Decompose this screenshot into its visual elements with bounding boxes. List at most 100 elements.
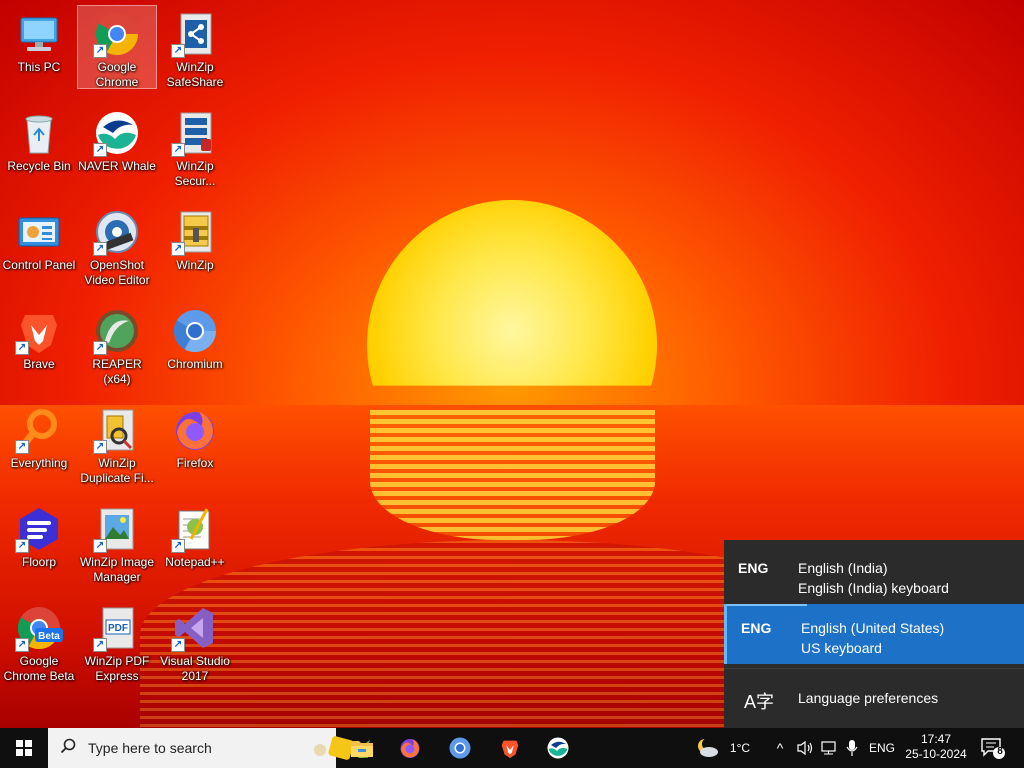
winzip-icon: ↗ <box>171 208 219 256</box>
desktop-icon-google-chrome[interactable]: ↗ Google Chrome <box>77 5 157 89</box>
divider <box>724 668 1024 669</box>
shortcut-arrow-icon: ↗ <box>15 341 29 355</box>
action-center-button[interactable]: 8 <box>980 736 1006 760</box>
desktop-icon-winzip-safeshare[interactable]: ↗ WinZip SafeShare <box>156 6 234 90</box>
desktop-icon-control-panel[interactable]: Control Panel <box>0 204 78 273</box>
shortcut-arrow-icon: ↗ <box>171 638 185 652</box>
language-preferences-label: Language preferences <box>798 690 939 706</box>
desktop-icon-notepadpp[interactable]: ↗ Notepad++ <box>156 501 234 570</box>
desktop-icon-naver-whale[interactable]: ↗ NAVER Whale <box>78 105 156 174</box>
keyboard-layout: English (India) keyboard <box>798 580 949 596</box>
winzip-pdf-icon: PDF ↗ <box>93 604 141 652</box>
desktop-icon-chrome-beta[interactable]: Beta ↗ Google Chrome Beta <box>0 600 78 684</box>
chromium-icon <box>171 307 219 355</box>
icon-label: Control Panel <box>2 258 76 272</box>
naver-whale-icon <box>547 737 569 759</box>
icon-label: Chromium <box>167 357 223 371</box>
language-name: English (United States) <box>801 620 945 636</box>
shortcut-arrow-icon: ↗ <box>171 242 185 256</box>
desktop-icon-winzip[interactable]: ↗ WinZip <box>156 204 234 273</box>
desktop-icon-floorp[interactable]: ↗ Floorp <box>0 501 78 570</box>
language-option-english-us[interactable]: ENG English (United States) US keyboard <box>724 604 1024 664</box>
keyboard-layout: US keyboard <box>801 640 882 656</box>
language-preferences-link[interactable]: A字 Language preferences <box>724 670 1024 726</box>
shortcut-arrow-icon: ↗ <box>171 44 185 58</box>
input-language-indicator[interactable]: ENG <box>866 728 898 768</box>
icon-label: WinZip SafeShare <box>166 60 224 89</box>
recycle-bin-icon <box>15 109 63 157</box>
desktop-icon-recycle-bin[interactable]: Recycle Bin <box>0 105 78 174</box>
desktop-icon-everything[interactable]: ↗ Everything <box>0 402 78 471</box>
icon-label: WinZip Duplicate Fi... <box>80 456 154 485</box>
desktop-icon-chromium[interactable]: Chromium <box>156 303 234 372</box>
this-pc-icon <box>15 10 63 58</box>
chromium-icon <box>449 737 471 759</box>
winzip-duplicate-icon: ↗ <box>93 406 141 454</box>
desktop-icon-reaper[interactable]: ↗ REAPER (x64) <box>78 303 156 387</box>
winzip-safeshare-icon: ↗ <box>171 10 219 58</box>
taskbar-brave[interactable] <box>486 728 534 768</box>
weather-moon-cloud-icon <box>698 738 718 757</box>
microphone-button[interactable] <box>842 728 862 768</box>
microphone-icon <box>846 740 858 756</box>
control-panel-icon <box>15 208 63 256</box>
clock[interactable]: 17:47 25-10-2024 <box>900 732 972 762</box>
icon-label: Brave <box>23 357 55 371</box>
winzip-image-icon: ↗ <box>93 505 141 553</box>
language-code: ENG <box>738 560 769 576</box>
icon-label: OpenShot Video Editor <box>84 258 150 287</box>
search-placeholder: Type here to search <box>88 740 212 756</box>
taskbar-file-explorer[interactable] <box>338 728 386 768</box>
svg-text:Beta: Beta <box>38 631 60 642</box>
winzip-secure-icon: ↗ <box>171 109 219 157</box>
desktop-icon-brave[interactable]: ↗ Brave <box>0 303 78 372</box>
chevron-up-icon: ^ <box>776 740 784 756</box>
shortcut-arrow-icon: ↗ <box>171 143 185 157</box>
language-option-english-india[interactable]: ENG English (India) English (India) keyb… <box>724 544 1024 604</box>
desktop-icon-winzip-secure[interactable]: ↗ WinZip Secur... <box>156 105 234 189</box>
icon-label: NAVER Whale <box>78 159 156 173</box>
desktop-icon-winzip-duplicate[interactable]: ↗ WinZip Duplicate Fi... <box>78 402 156 486</box>
icon-label: WinZip Image Manager <box>79 555 155 584</box>
search-box[interactable]: Type here to search <box>48 728 370 768</box>
taskbar-firefox[interactable] <box>386 728 434 768</box>
desktop-icon-winzip-image-manager[interactable]: ↗ WinZip Image Manager <box>78 501 156 585</box>
taskbar-naver-whale[interactable] <box>534 728 582 768</box>
icon-label: Firefox <box>176 456 214 470</box>
reaper-icon: ↗ <box>93 307 141 355</box>
volume-button[interactable] <box>794 728 816 768</box>
desktop-icon-openshot[interactable]: ↗ OpenShot Video Editor <box>78 204 156 288</box>
network-button[interactable] <box>818 728 840 768</box>
clock-time: 17:47 <box>920 732 952 746</box>
notification-count-badge: 8 <box>997 746 1003 757</box>
file-explorer-icon <box>351 741 373 757</box>
desktop-icon-firefox[interactable]: Firefox <box>156 402 234 471</box>
openshot-icon: ↗ <box>93 208 141 256</box>
floorp-icon: ↗ <box>15 505 63 553</box>
shortcut-arrow-icon: ↗ <box>93 44 107 58</box>
language-settings-icon: A字 <box>744 692 775 712</box>
shortcut-arrow-icon: ↗ <box>93 143 107 157</box>
speaker-icon <box>797 740 813 756</box>
weather-widget[interactable] <box>694 728 720 768</box>
desktop-icon-this-pc[interactable]: This PC <box>0 6 78 75</box>
taskbar-chromium[interactable] <box>436 728 484 768</box>
desktop-icon-winzip-pdf[interactable]: PDF ↗ WinZip PDF Express <box>78 600 156 684</box>
firefox-icon <box>400 739 420 758</box>
language-name: English (India) <box>798 560 888 576</box>
icon-label: WinZip PDF Express <box>84 654 150 683</box>
chrome-icon: ↗ <box>93 10 141 58</box>
everything-icon: ↗ <box>15 406 63 454</box>
weather-temperature[interactable]: 1°C <box>724 728 756 768</box>
desktop-icon-visual-studio[interactable]: ↗ Visual Studio 2017 <box>156 600 234 684</box>
icon-label: This PC <box>17 60 61 74</box>
show-hidden-icons-button[interactable]: ^ <box>770 728 790 768</box>
shortcut-arrow-icon: ↗ <box>171 539 185 553</box>
start-button[interactable] <box>0 728 48 768</box>
naver-whale-icon: ↗ <box>93 109 141 157</box>
brave-icon <box>501 740 519 759</box>
shortcut-arrow-icon: ↗ <box>15 638 29 652</box>
shortcut-arrow-icon: ↗ <box>93 638 107 652</box>
desktop: This PC Recycle Bin Control Panel ↗ Brav… <box>0 0 1024 728</box>
icon-label: Everything <box>10 456 68 470</box>
